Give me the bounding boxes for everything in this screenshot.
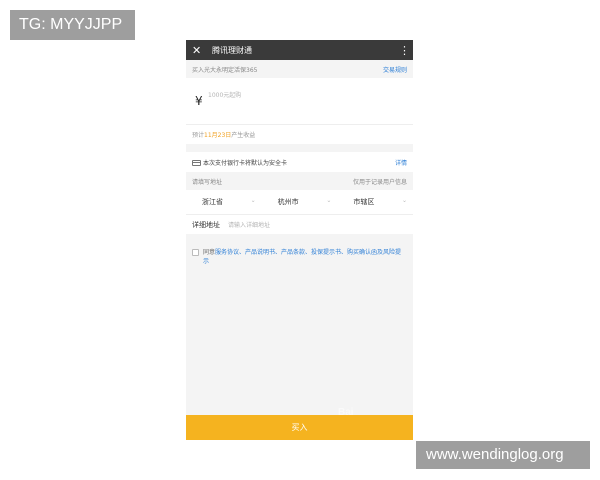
bank-card-text: 本次支付银行卡将默认为安全卡 bbox=[203, 159, 288, 167]
detail-address-row: 详细地址 请输入详细地址 bbox=[186, 214, 413, 234]
amount-input-area[interactable]: ¥ 1000元起购 bbox=[186, 78, 413, 124]
detail-address-label: 详细地址 bbox=[192, 220, 220, 229]
district-select[interactable]: 市辖区 ⌄ bbox=[337, 197, 413, 207]
page-title: 腾讯理财通 bbox=[212, 45, 252, 55]
trading-rules-link[interactable]: 交易规则 bbox=[383, 65, 407, 74]
region-selector: 浙江省 ⌄ 杭州市 ⌄ 市辖区 ⌄ bbox=[186, 190, 413, 214]
watermark-top: TG: MYYJJPP bbox=[10, 10, 135, 40]
address-header: 请填写地址 仅用于记录用户信息 bbox=[186, 172, 413, 190]
income-suffix: 产生收益 bbox=[231, 132, 256, 139]
income-prefix: 预计 bbox=[192, 132, 205, 139]
city-select[interactable]: 杭州市 ⌄ bbox=[262, 197, 338, 207]
more-icon[interactable]: ⋮ bbox=[399, 44, 410, 57]
address-hint: 仅用于记录用户信息 bbox=[352, 178, 407, 186]
bank-card-row: 本次支付银行卡将默认为安全卡 详情 bbox=[186, 152, 413, 172]
province-select[interactable]: 浙江省 ⌄ bbox=[186, 197, 262, 207]
title-bar: ✕ 腾讯理财通 ⋮ bbox=[186, 40, 413, 60]
city-value: 杭州市 bbox=[277, 198, 299, 206]
address-title: 请填写地址 bbox=[192, 178, 223, 186]
chevron-down-icon: ⌄ bbox=[250, 197, 256, 204]
close-icon[interactable]: ✕ bbox=[192, 44, 206, 57]
agreement-text: 同意服务协议、产品说明书、产品条款、投保提示书、购买确认函及风险提示 bbox=[203, 248, 407, 266]
amount-input[interactable]: 1000元起购 bbox=[208, 90, 241, 99]
buy-button[interactable]: 买入 bbox=[186, 415, 413, 440]
agreement-prefix: 同意 bbox=[203, 249, 216, 256]
bank-card-note: 本次支付银行卡将默认为安全卡 bbox=[192, 158, 287, 167]
agreement-checkbox[interactable] bbox=[192, 249, 199, 256]
product-row: 买入光大永明定活保365 交易规则 bbox=[186, 60, 413, 78]
watermark-bottom: www.wendinglog.org bbox=[416, 441, 590, 469]
detail-address-input[interactable]: 请输入详细地址 bbox=[228, 220, 270, 229]
bank-card-icon bbox=[192, 160, 201, 166]
agreement-row: 同意服务协议、产品说明书、产品条款、投保提示书、购买确认函及风险提示 bbox=[186, 234, 413, 266]
income-date: 11月23日 bbox=[204, 132, 232, 139]
district-value: 市辖区 bbox=[353, 198, 375, 206]
currency-icon: ¥ bbox=[195, 94, 203, 108]
phone-screen: ✕ 腾讯理财通 ⋮ 买入光大永明定活保365 交易规则 ¥ 1000元起购 预计… bbox=[186, 40, 413, 440]
chevron-down-icon: ⌄ bbox=[401, 197, 408, 204]
section-gap bbox=[186, 144, 413, 152]
details-link[interactable]: 详情 bbox=[395, 158, 407, 167]
province-value: 浙江省 bbox=[202, 198, 223, 206]
product-name: 买入光大永明定活保365 bbox=[192, 66, 258, 74]
agreement-documents-link[interactable]: 服务协议、产品说明书、产品条款、投保提示书、购买确认函及风险提示 bbox=[203, 249, 401, 265]
chevron-down-icon: ⌄ bbox=[326, 197, 332, 204]
income-note: 预计 11月23日 产生收益 bbox=[186, 124, 413, 144]
